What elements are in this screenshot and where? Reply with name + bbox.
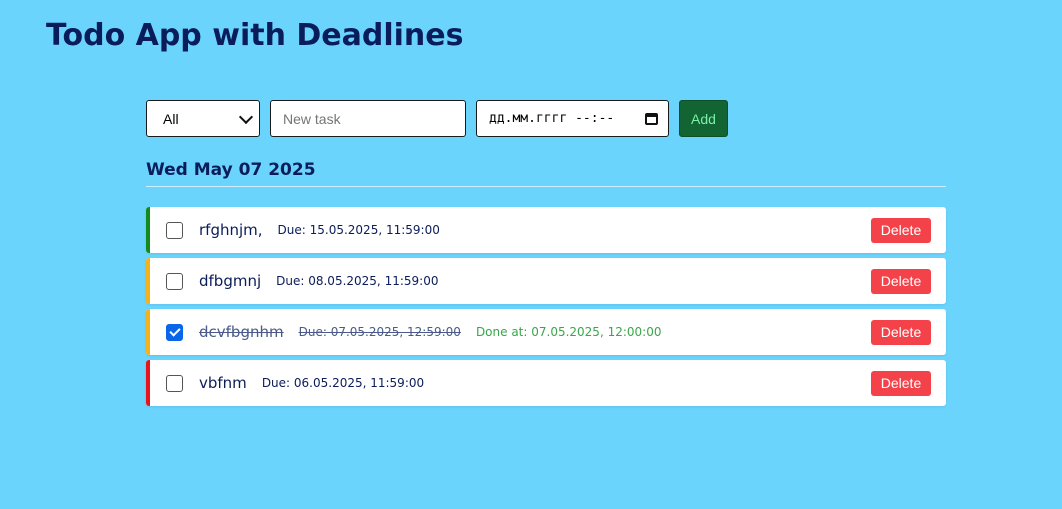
delete-button[interactable]: Delete [871,268,931,294]
task-done-at: Done at: 07.05.2025, 12:00:00 [475,325,662,339]
task-due: Due: 07.05.2025, 12:59:00 [298,325,461,339]
task-due: Due: 08.05.2025, 11:59:00 [276,274,439,288]
todo-app: Todo App with Deadlines All дд.мм.гггг -… [0,0,1062,509]
priority-stripe-orange [146,309,150,355]
task-row: rfghnjm, Due: 15.05.2025, 11:59:00 Delet… [146,207,946,253]
task-due: Due: 06.05.2025, 11:59:00 [261,376,425,390]
add-task-button[interactable]: Add [679,100,728,137]
priority-stripe-red [146,360,150,406]
day-heading: Wed May 07 2025 [146,160,946,187]
delete-button[interactable]: Delete [871,370,931,396]
task-row-completed: dcvfbgnhm Due: 07.05.2025, 12:59:00 Done… [146,309,946,355]
task-text: dcvfbgnhm [199,323,284,341]
new-task-input[interactable] [270,100,466,137]
deadline-input[interactable]: дд.мм.гггг --:-- [476,100,669,137]
priority-stripe-orange [146,258,150,304]
priority-stripe-green [146,207,150,253]
task-text: vbfnm [199,374,247,392]
page-title: Todo App with Deadlines [46,18,464,53]
filter-select[interactable]: All [146,100,260,137]
task-checkbox[interactable] [166,374,183,392]
task-checkbox[interactable] [166,221,183,239]
task-checkbox[interactable] [166,272,183,290]
task-text: rfghnjm, [199,221,263,239]
calendar-icon[interactable] [645,112,658,125]
task-controls: All дд.мм.гггг --:-- Add [146,100,728,137]
delete-button[interactable]: Delete [871,217,931,243]
task-text: dfbgmnj [199,272,262,290]
delete-button[interactable]: Delete [871,319,931,345]
task-due: Due: 15.05.2025, 11:59:00 [277,223,440,237]
filter-select-value: All [163,110,179,127]
task-row: dfbgmnj Due: 08.05.2025, 11:59:00 Delete [146,258,946,304]
chevron-down-icon [238,109,254,124]
task-list: rfghnjm, Due: 15.05.2025, 11:59:00 Delet… [146,207,946,411]
task-row: vbfnm Due: 06.05.2025, 11:59:00 Delete [146,360,946,406]
deadline-input-placeholder: дд.мм.гггг --:-- [489,111,615,126]
task-checkbox-checked[interactable] [166,323,183,341]
